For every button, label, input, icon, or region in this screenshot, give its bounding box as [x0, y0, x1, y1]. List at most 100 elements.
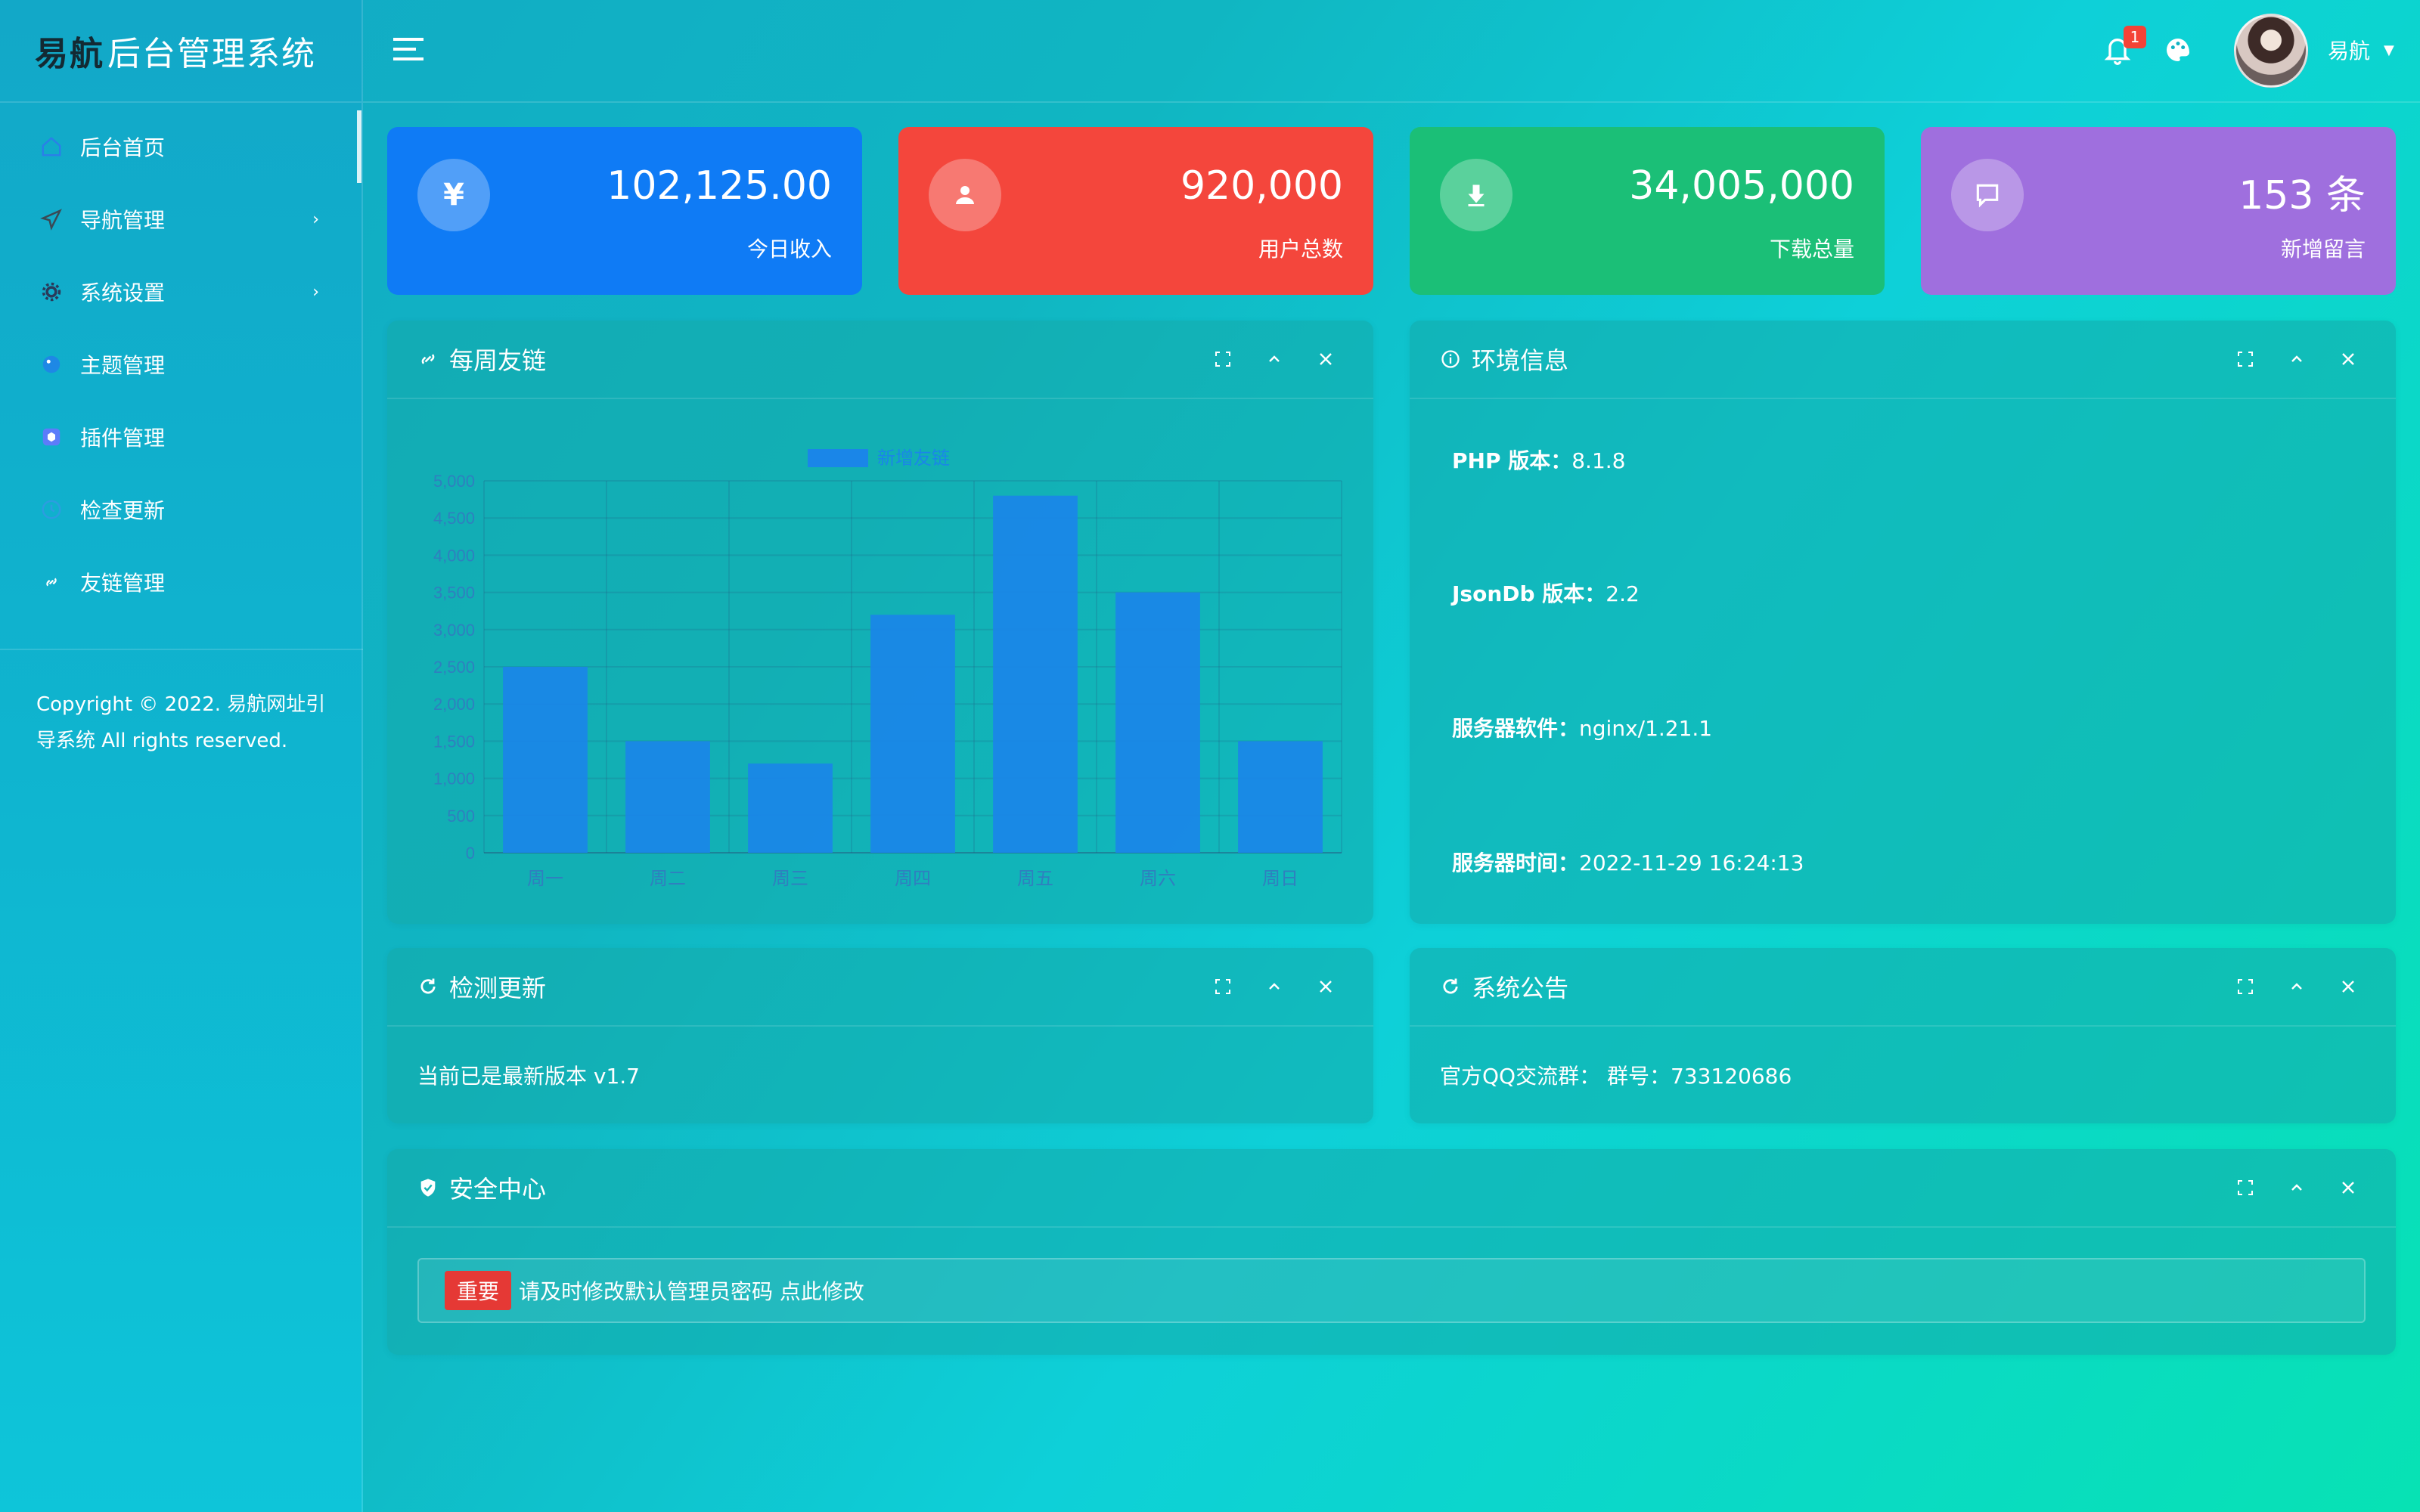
stat-label: 今日收入	[746, 237, 832, 262]
close-icon[interactable]	[2337, 975, 2360, 998]
collapse-icon[interactable]	[1263, 348, 1286, 370]
env-value: 8.1.8	[1571, 448, 1626, 473]
update-status-text: 当前已是最新版本 v1.7	[417, 1064, 641, 1089]
close-icon[interactable]	[2337, 348, 2360, 370]
panel-title: 每周友链	[449, 346, 547, 375]
refresh-icon	[417, 975, 440, 998]
legend-label: 新增友链	[877, 448, 950, 469]
env-row-server-time: 服务器时间：2022-11-29 16:24:13	[1452, 847, 1804, 877]
refresh-icon	[1440, 975, 1463, 998]
avatar[interactable]	[2234, 14, 2308, 88]
important-tag: 重要	[445, 1271, 512, 1310]
sidebar-item-label: 插件管理	[80, 426, 166, 451]
sidebar-item-plugins[interactable]: 插件管理	[0, 401, 361, 473]
expand-icon[interactable]	[1212, 348, 1234, 370]
panel-title: 检测更新	[449, 974, 547, 1002]
panel-header: 系统公告	[1410, 948, 2396, 1027]
palette-icon[interactable]	[2163, 35, 2193, 65]
username-label: 易航	[2328, 39, 2371, 64]
plugin-icon	[38, 423, 65, 451]
sidebar-item-navigation[interactable]: 导航管理 ›	[0, 183, 361, 256]
y-tick-label: 3,000	[433, 621, 475, 640]
panel-check-update: 检测更新 当前已是最新版本 v1.7	[387, 948, 1373, 1123]
close-icon[interactable]	[2337, 1176, 2360, 1199]
notification-badge: 1	[2124, 26, 2146, 48]
panel-title: 安全中心	[449, 1175, 547, 1204]
link-icon	[417, 348, 440, 370]
stat-card-users: 920,000 用户总数	[898, 127, 1373, 295]
panel-title: 系统公告	[1472, 974, 1569, 1002]
x-tick-label: 周二	[650, 868, 686, 889]
logo-brand: 易航	[35, 35, 104, 73]
update-icon	[38, 496, 65, 523]
sidebar-item-label: 检查更新	[80, 498, 166, 523]
stat-label: 新增留言	[2280, 237, 2366, 262]
bar	[870, 615, 955, 853]
bar	[1238, 741, 1323, 853]
close-icon[interactable]	[1314, 348, 1337, 370]
env-row-server-software: 服务器软件：nginx/1.21.1	[1452, 712, 1712, 742]
panel-header: 安全中心	[387, 1149, 2396, 1228]
security-notice-text: 请及时修改默认管理员密码 点此修改	[519, 1279, 864, 1304]
bar	[503, 667, 588, 853]
app-logo[interactable]: 易航 后台管理系统	[0, 0, 361, 103]
collapse-icon[interactable]	[1263, 975, 1286, 998]
bar	[1115, 592, 1200, 853]
env-value: 2.2	[1606, 581, 1640, 606]
panel-header: 环境信息	[1410, 321, 2396, 399]
sidebar-item-updates[interactable]: 检查更新	[0, 473, 361, 546]
sidebar-item-dashboard[interactable]: 后台首页	[0, 110, 361, 183]
sidebar: 易航 后台管理系统 后台首页 导航管理 › 系统设置 › 主题管理 插件管理 检…	[0, 0, 363, 1512]
chevron-right-icon: ›	[312, 209, 319, 229]
y-tick-label: 0	[466, 844, 475, 863]
panel-header: 每周友链	[387, 321, 1373, 399]
home-icon	[38, 133, 65, 160]
expand-icon[interactable]	[1212, 975, 1234, 998]
stat-value: 34,005,000	[1629, 163, 1854, 209]
theme-icon	[38, 351, 65, 378]
x-tick-label: 周六	[1140, 868, 1176, 889]
logo-title: 后台管理系统	[107, 35, 316, 73]
sidebar-item-settings[interactable]: 系统设置 ›	[0, 256, 361, 328]
x-tick-label: 周三	[772, 868, 808, 889]
collapse-icon[interactable]	[2285, 348, 2308, 370]
caret-down-icon: ▼	[2384, 42, 2394, 58]
sidebar-item-friend-links[interactable]: 友链管理	[0, 546, 361, 618]
expand-icon[interactable]	[2234, 1176, 2257, 1199]
panel-title: 环境信息	[1472, 346, 1569, 375]
chevron-right-icon: ›	[312, 282, 319, 302]
panel-header: 检测更新	[387, 948, 1373, 1027]
sidebar-menu: 后台首页 导航管理 › 系统设置 › 主题管理 插件管理 检查更新 友链管理	[0, 103, 361, 618]
stat-value: 920,000	[1180, 163, 1343, 209]
env-key: 服务器软件：	[1452, 716, 1580, 741]
stat-value: 153 条	[2238, 173, 2366, 218]
sidebar-item-label: 后台首页	[80, 135, 166, 160]
sidebar-item-label: 系统设置	[80, 280, 166, 305]
sidebar-item-themes[interactable]: 主题管理	[0, 328, 361, 401]
menu-toggle-icon[interactable]	[393, 38, 424, 64]
env-key: PHP 版本：	[1452, 448, 1572, 473]
expand-icon[interactable]	[2234, 348, 2257, 370]
x-tick-label: 周四	[895, 868, 931, 889]
y-tick-label: 2,000	[433, 695, 475, 714]
stat-label: 用户总数	[1258, 237, 1343, 262]
bar	[993, 495, 1078, 853]
top-header: 1 易航 ▼	[363, 0, 2420, 103]
panel-body: 重要 请及时修改默认管理员密码 点此修改	[387, 1228, 2396, 1355]
x-tick-label: 周日	[1262, 868, 1298, 889]
sidebar-item-label: 主题管理	[80, 353, 166, 378]
comment-icon	[1951, 159, 2024, 231]
security-notice[interactable]: 重要 请及时修改默认管理员密码 点此修改	[417, 1258, 2366, 1323]
env-value: 2022-11-29 16:24:13	[1579, 850, 1804, 875]
panel-body: 当前已是最新版本 v1.7	[387, 1027, 1373, 1123]
y-tick-label: 1,500	[433, 732, 475, 751]
legend-swatch	[808, 449, 868, 467]
collapse-icon[interactable]	[2285, 975, 2308, 998]
expand-icon[interactable]	[2234, 975, 2257, 998]
close-icon[interactable]	[1314, 975, 1337, 998]
collapse-icon[interactable]	[2285, 1176, 2308, 1199]
user-menu[interactable]: 易航 ▼	[2328, 35, 2394, 65]
y-tick-label: 4,500	[433, 509, 475, 528]
download-icon	[1440, 159, 1512, 231]
info-icon	[1440, 348, 1463, 370]
